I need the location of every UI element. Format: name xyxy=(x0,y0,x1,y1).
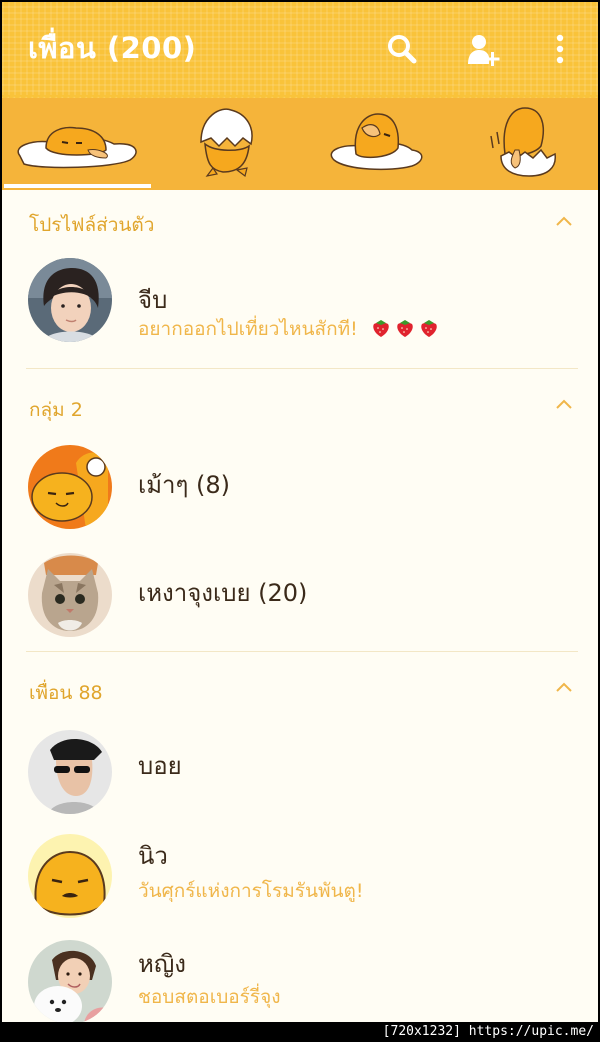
avatar xyxy=(28,258,112,342)
add-friend-icon xyxy=(468,35,500,66)
status-message-row: อยากออกไปเที่ยวไหนสักที! xyxy=(138,314,440,344)
status-message: วันศุกร์แห่งการโรมรันพันตู! xyxy=(138,880,364,902)
strawberry-icon xyxy=(421,320,437,337)
gudetama-avatar-icon xyxy=(28,834,112,918)
gudetama-hatching-icon xyxy=(490,107,556,177)
chevron-up-icon xyxy=(556,216,572,226)
contact-name: บอย xyxy=(138,752,182,780)
list-item[interactable]: หญิง ชอบสตอเบอร์รี่จุง xyxy=(2,920,598,1022)
avatar xyxy=(28,553,112,637)
section-title: โปรไฟล์ส่วนตัว xyxy=(29,214,155,236)
avatar xyxy=(28,730,112,814)
section-title: กลุ่ม 2 xyxy=(29,399,83,421)
page-title: เพื่อน (200) xyxy=(28,31,197,65)
selected-tab-indicator xyxy=(4,184,151,188)
group-name: เม้าๆ (8) xyxy=(138,471,231,499)
status-message: ชอบสตอเบอร์รี่จุง xyxy=(138,986,281,1008)
search-icon xyxy=(388,35,417,64)
tab-gudetama-hatching[interactable] xyxy=(449,98,598,190)
gudetama-lying-icon xyxy=(17,126,137,169)
tab-gudetama-facepalm[interactable] xyxy=(300,98,449,190)
section-divider xyxy=(26,651,578,652)
list-item[interactable]: เม้าๆ (8) xyxy=(2,423,598,535)
contact-name: หญิง xyxy=(138,950,186,978)
add-friend-button[interactable] xyxy=(464,30,504,70)
strawberry-icon xyxy=(373,320,389,337)
section-header-profile[interactable]: โปรไฟล์ส่วนตัว xyxy=(2,190,598,254)
tab-gudetama-lying[interactable] xyxy=(2,98,151,190)
top-app-bar: เพื่อน (200) xyxy=(2,2,598,101)
status-message: อยากออกไปเที่ยวไหนสักที! xyxy=(138,318,358,340)
friend-list: โปรไฟล์ส่วนตัว จีบ อยากออกไปเที่ยวไหนสัก… xyxy=(2,190,598,1022)
group-name: เหงาจุงเบย (20) xyxy=(138,579,308,607)
avatar-photo-icon xyxy=(28,940,112,1022)
avatar xyxy=(28,834,112,918)
section-title: เพื่อน 88 xyxy=(29,682,103,704)
avatar-photo-icon xyxy=(28,258,112,342)
avatar-photo-icon xyxy=(28,730,112,814)
gudetama-facepalm-icon xyxy=(330,113,423,171)
list-item[interactable]: นิว วันศุกร์แห่งการโรมรันพันตู! xyxy=(2,814,598,920)
gudetama-group-avatar-icon xyxy=(28,445,112,529)
app-screen: เพื่อน (200) โปรไฟล์ส่วนตัว จีบ อยากออกไ… xyxy=(2,2,598,1022)
section-header-friends[interactable]: เพื่อน 88 xyxy=(2,660,598,708)
chevron-up-icon xyxy=(556,682,572,692)
avatar xyxy=(28,940,112,1022)
theme-tab-bar xyxy=(2,98,598,190)
more-options-button[interactable] xyxy=(540,30,580,70)
list-item[interactable]: จีบ อยากออกไปเที่ยวไหนสักที! xyxy=(2,254,598,368)
search-button[interactable] xyxy=(382,30,422,70)
contact-name: นิว xyxy=(138,842,168,870)
list-item[interactable]: เหงาจุงเบย (20) xyxy=(2,535,598,651)
section-header-groups[interactable]: กลุ่ม 2 xyxy=(2,375,598,423)
section-divider xyxy=(26,368,578,369)
more-vertical-icon xyxy=(556,34,564,64)
strawberry-icon xyxy=(397,320,413,337)
tab-gudetama-eggshell[interactable] xyxy=(151,98,300,190)
avatar xyxy=(28,445,112,529)
chevron-up-icon xyxy=(556,399,572,409)
watermark: [720x1232] https://upic.me/ xyxy=(382,1024,594,1039)
list-item[interactable]: บอย xyxy=(2,708,598,814)
cat-group-avatar-icon xyxy=(28,553,112,637)
gudetama-eggshell-icon xyxy=(200,108,253,178)
